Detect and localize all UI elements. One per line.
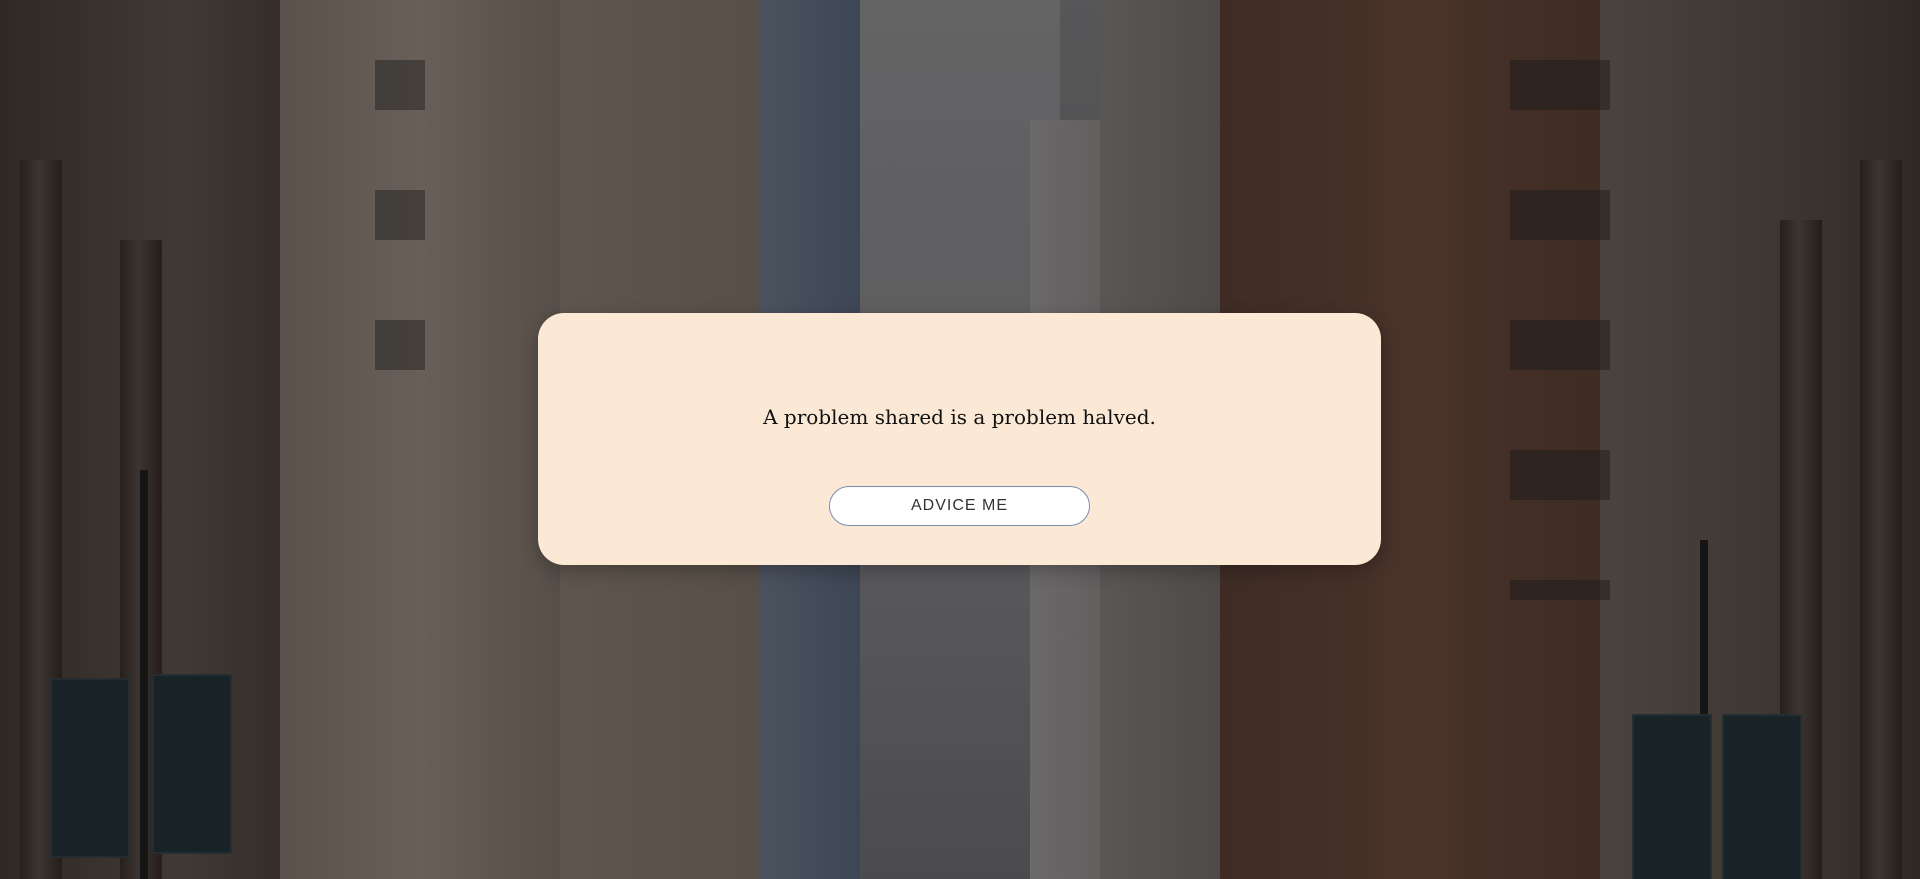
advice-quote: A problem shared is a problem halved.	[763, 405, 1156, 429]
advice-card: A problem shared is a problem halved. AD…	[538, 313, 1381, 565]
advice-me-button[interactable]: ADVICE ME	[829, 486, 1090, 526]
